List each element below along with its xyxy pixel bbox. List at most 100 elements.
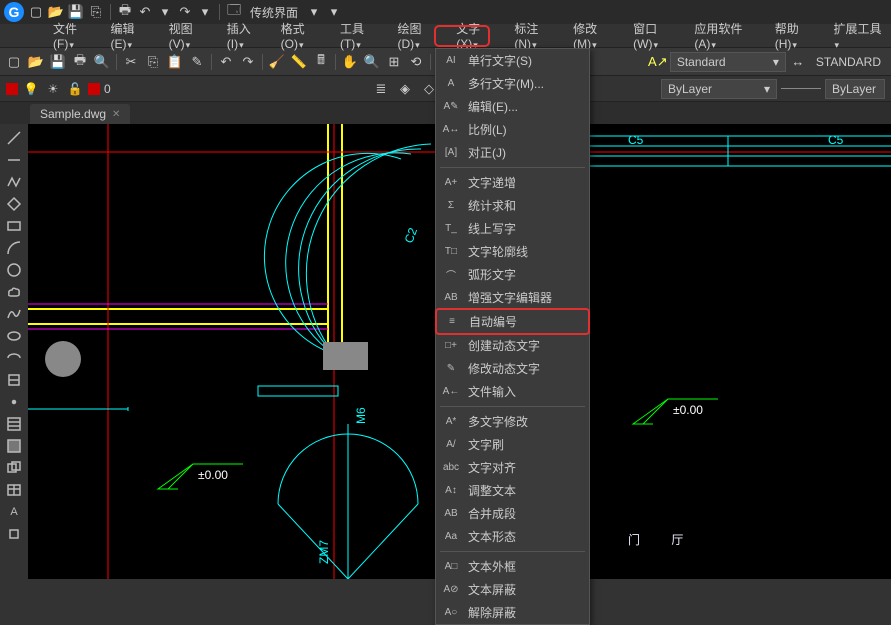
col-swatch[interactable]	[6, 83, 18, 95]
dimstyle-label: STANDARD	[810, 55, 887, 69]
menuitem-文本屏蔽[interactable]: A⊘文本屏蔽	[436, 578, 589, 601]
menuitem-文字对齐[interactable]: abc文字对齐	[436, 456, 589, 479]
t-undo-icon[interactable]: ↶	[216, 52, 236, 72]
menuitem-解除屏蔽[interactable]: A○解除屏蔽	[436, 601, 589, 624]
bylayer2-combo[interactable]: ByLayer	[825, 79, 885, 99]
menuitem-icon: □+	[442, 338, 460, 354]
menuitem-调整文本[interactable]: A↕调整文本	[436, 479, 589, 502]
t-save-icon[interactable]: 💾	[48, 52, 68, 72]
vt-pline-icon[interactable]	[4, 172, 24, 192]
menuitem-统计求和[interactable]: Σ统计求和	[436, 194, 589, 217]
menuitem-icon: T□	[442, 244, 460, 260]
vt-poly-icon[interactable]	[4, 194, 24, 214]
menuitem-文件输入[interactable]: A← 文件输入	[436, 380, 589, 403]
menuitem-icon: ≡	[443, 314, 461, 330]
menuitem-文本外框[interactable]: A□文本外框	[436, 555, 589, 578]
menuitem-单行文字(S)[interactable]: AI单行文字(S)	[436, 49, 589, 72]
layerstack-icon[interactable]: ≣	[371, 79, 391, 99]
vt-table-icon[interactable]	[4, 480, 24, 500]
t-new-icon[interactable]: ▢	[4, 52, 24, 72]
menuitem-label: 文本外框	[468, 558, 516, 575]
t-pan-icon[interactable]: ✋	[340, 52, 360, 72]
menuitem-比例(L)[interactable]: A↔比例(L)	[436, 118, 589, 141]
layerstack2-icon[interactable]: ◈	[395, 79, 415, 99]
t-cut-icon[interactable]: ✂	[121, 52, 141, 72]
vt-grad-icon[interactable]	[4, 436, 24, 456]
t-open-icon[interactable]: 📂	[26, 52, 46, 72]
vt-ellipse-icon[interactable]	[4, 326, 24, 346]
t-redo-icon[interactable]: ↷	[238, 52, 258, 72]
vt-circle-icon[interactable]	[4, 260, 24, 280]
t-textstyle-icon[interactable]: A↗	[648, 52, 668, 72]
t-copy-icon[interactable]: ⎘	[143, 52, 163, 72]
vt-mtext-icon[interactable]: A	[4, 502, 24, 522]
t-prev-icon[interactable]: 🔍	[92, 52, 112, 72]
vt-region-icon[interactable]	[4, 458, 24, 478]
t-calc-icon[interactable]: 🖩	[311, 52, 331, 72]
menuitem-label: 文字对齐	[468, 459, 516, 476]
vt-cline-icon[interactable]	[4, 150, 24, 170]
swatch2[interactable]	[88, 83, 100, 95]
menuitem-icon: A←	[442, 384, 460, 400]
menuitem-合并成段[interactable]: AB合并成段	[436, 502, 589, 525]
vt-earc-icon[interactable]	[4, 348, 24, 368]
lock-icon[interactable]: 🔓	[66, 80, 84, 98]
textstyle-combo[interactable]: Standard▾	[670, 52, 786, 72]
tab-close-icon[interactable]: ✕	[112, 109, 120, 120]
draw-toolbar: A	[0, 124, 28, 579]
vt-block-icon[interactable]	[4, 370, 24, 390]
menu-window[interactable]: 窗口(W)▾	[625, 17, 686, 54]
t-zoome-icon[interactable]: ⊞	[384, 52, 404, 72]
menuitem-线上写字[interactable]: T_线上写字	[436, 217, 589, 240]
menuitem-自动编号[interactable]: ≡自动编号	[435, 308, 590, 335]
doc-tab[interactable]: Sample.dwg ✕	[30, 104, 130, 124]
menu-tools[interactable]: 工具(T)▾	[332, 17, 390, 54]
menu-format[interactable]: 格式(O)▾	[273, 17, 332, 54]
menuitem-文字刷[interactable]: A/文字刷	[436, 433, 589, 456]
menuitem-label: 统计求和	[468, 197, 516, 214]
menuitem-创建动态文字[interactable]: □+创建动态文字	[436, 334, 589, 357]
vt-cloud-icon[interactable]	[4, 282, 24, 302]
layer0-label[interactable]: 0	[104, 82, 111, 96]
vt-arc-icon[interactable]	[4, 238, 24, 258]
vt-line-icon[interactable]	[4, 128, 24, 148]
vt-point-icon[interactable]	[4, 392, 24, 412]
bulb-icon[interactable]: 💡	[22, 80, 40, 98]
menuitem-对正(J)[interactable]: [A]对正(J)	[436, 141, 589, 164]
menu-file[interactable]: 文件(F)▾	[45, 17, 103, 54]
menuitem-修改动态文字[interactable]: ✎修改动态文字	[436, 357, 589, 380]
menuitem-增强文字编辑器[interactable]: AB增强文字编辑器	[436, 286, 589, 309]
t-paste-icon[interactable]: 📋	[165, 52, 185, 72]
menuitem-文字递增[interactable]: A+文字递增	[436, 171, 589, 194]
app-logo[interactable]: G	[4, 2, 24, 22]
menu-edit[interactable]: 编辑(E)▾	[103, 17, 161, 54]
menuitem-文字轮廓线[interactable]: T□文字轮廓线	[436, 240, 589, 263]
menuitem-多行文字(M)...[interactable]: A多行文字(M)...	[436, 72, 589, 95]
t-print-icon[interactable]: 🖶	[70, 52, 90, 72]
menu-ext[interactable]: 扩展工具▾	[825, 17, 891, 54]
elev1-text: ±0.00	[198, 468, 228, 482]
t-erase-icon[interactable]: 🧹	[267, 52, 287, 72]
menuitem-多文字修改[interactable]: A*多文字修改	[436, 410, 589, 433]
t-dimstyle-icon[interactable]: ↔	[788, 52, 808, 72]
menuitem-文本形态[interactable]: Aa文本形态	[436, 525, 589, 548]
menuitem-编辑(E)...[interactable]: A✎编辑(E)...	[436, 95, 589, 118]
t-zoomr-icon[interactable]: 🔍	[362, 52, 382, 72]
vt-spline-icon[interactable]	[4, 304, 24, 324]
vt-hatch-icon[interactable]	[4, 414, 24, 434]
menuitem-弧形文字[interactable]: ⌒弧形文字	[436, 263, 589, 286]
vt-rect-icon[interactable]	[4, 216, 24, 236]
new-icon[interactable]: ▢	[28, 4, 44, 20]
menu-insert[interactable]: 插入(I)▾	[219, 17, 273, 54]
sun-icon[interactable]: ☀	[44, 80, 62, 98]
menuitem-label: 编辑(E)...	[468, 98, 518, 115]
t-orbit-icon[interactable]: ⟲	[406, 52, 426, 72]
menu-help[interactable]: 帮助(H)▾	[767, 17, 826, 54]
menuitem-label: 文件输入	[468, 383, 516, 400]
t-match-icon[interactable]: ✎	[187, 52, 207, 72]
t-meas-icon[interactable]: 📏	[289, 52, 309, 72]
menu-app[interactable]: 应用软件(A)▾	[686, 17, 766, 54]
menu-view[interactable]: 视图(V)▾	[161, 17, 219, 54]
vt-add-icon[interactable]	[4, 524, 24, 544]
bylayer-combo[interactable]: ByLayer▾	[661, 79, 777, 99]
